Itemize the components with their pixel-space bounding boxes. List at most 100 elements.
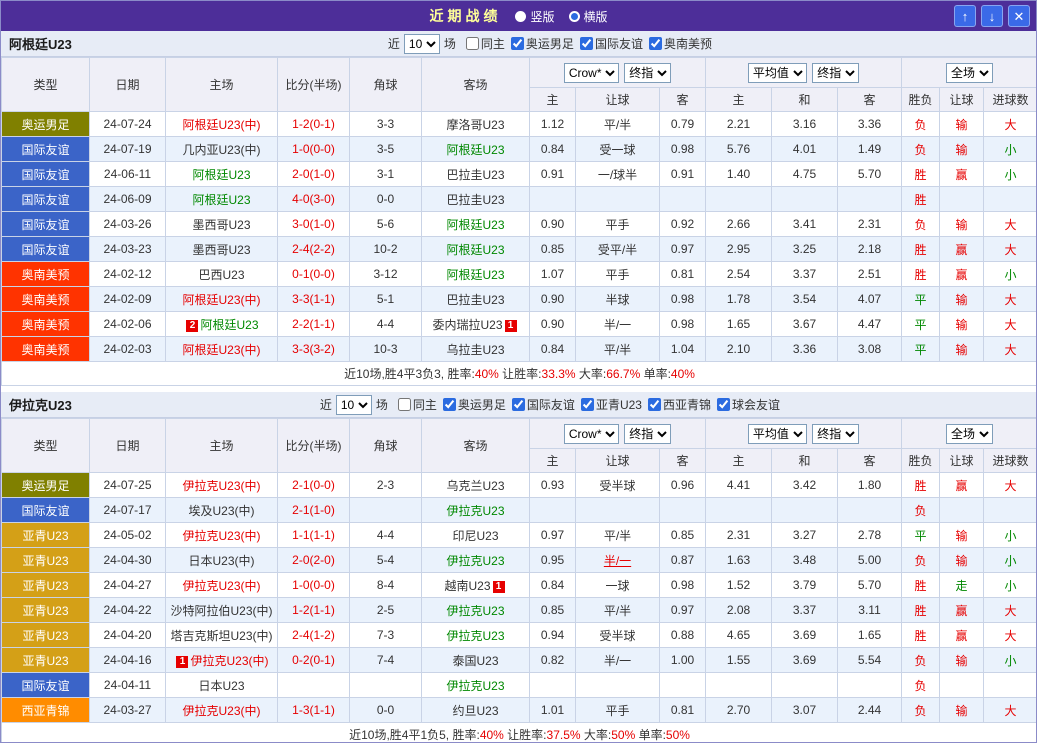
filter-option[interactable]: 同主	[398, 396, 437, 413]
filter-option[interactable]: 亚青U23	[581, 396, 642, 413]
home-team[interactable]: 阿根廷U23(中)	[166, 337, 278, 362]
col-away: 客场	[422, 58, 530, 112]
home-team[interactable]: 墨西哥U23	[166, 212, 278, 237]
away-team[interactable]: 乌克兰U23	[422, 473, 530, 498]
filter-checkbox[interactable]	[398, 398, 411, 411]
filter-checkbox[interactable]	[580, 37, 593, 50]
home-team[interactable]: 阿根廷U23(中)	[166, 112, 278, 137]
result: 胜	[902, 598, 940, 623]
window-title: 近期战绩	[429, 6, 501, 26]
away-team[interactable]: 巴拉圭U23	[422, 287, 530, 312]
away-team[interactable]: 阿根廷U23	[422, 237, 530, 262]
filter-checkbox[interactable]	[717, 398, 730, 411]
avg-draw: 3.54	[772, 287, 838, 312]
away-team[interactable]: 巴拉圭U23	[422, 162, 530, 187]
away-team[interactable]: 伊拉克U23	[422, 673, 530, 698]
filter-checkbox[interactable]	[443, 398, 456, 411]
move-up-button[interactable]: ↑	[954, 5, 976, 27]
avg-draw: 3.41	[772, 212, 838, 237]
match-type: 亚青U23	[2, 648, 90, 673]
away-team[interactable]: 乌拉圭U23	[422, 337, 530, 362]
corner: 10-3	[350, 337, 422, 362]
average-select[interactable]: 平均值	[748, 63, 807, 83]
filter-games-label: 场	[444, 35, 456, 52]
filter-option[interactable]: 同主	[466, 35, 505, 52]
home-team[interactable]: 阿根廷U23(中)	[166, 287, 278, 312]
handicap-result: 输	[940, 648, 984, 673]
filter-option[interactable]: 球会友谊	[717, 396, 780, 413]
filter-checkbox[interactable]	[511, 37, 524, 50]
home-team[interactable]: 2阿根廷U23	[166, 312, 278, 337]
home-team[interactable]: 几内亚U23(中)	[166, 137, 278, 162]
fullmatch-select[interactable]: 全场	[946, 63, 993, 83]
filter-checkbox[interactable]	[512, 398, 525, 411]
summary-stat-value: 40%	[671, 367, 695, 381]
away-team[interactable]: 伊拉克U23	[422, 548, 530, 573]
filter-option[interactable]: 奥南美预	[649, 35, 712, 52]
away-team[interactable]: 巴拉圭U23	[422, 187, 530, 212]
handicap: 半/一	[576, 548, 660, 573]
home-team[interactable]: 伊拉克U23(中)	[166, 573, 278, 598]
close-button[interactable]: ✕	[1008, 5, 1030, 27]
home-team[interactable]: 阿根廷U23	[166, 162, 278, 187]
match-count-select[interactable]: 10	[336, 395, 372, 415]
filter-option[interactable]: 国际友谊	[580, 35, 643, 52]
home-team[interactable]: 埃及U23(中)	[166, 498, 278, 523]
view-option-horizontal[interactable]: 横版	[569, 8, 608, 25]
away-team[interactable]: 阿根廷U23	[422, 137, 530, 162]
fullmatch-select[interactable]: 全场	[946, 424, 993, 444]
avg-home	[706, 673, 772, 698]
home-team[interactable]: 沙特阿拉伯U23(中)	[166, 598, 278, 623]
match-row: 国际友谊24-06-09阿根廷U234-0(3-0)0-0巴拉圭U23胜	[2, 187, 1037, 212]
filter-checkbox[interactable]	[466, 37, 479, 50]
away-team[interactable]: 委内瑞拉U231	[422, 312, 530, 337]
home-team[interactable]: 塔吉克斯坦U23(中)	[166, 623, 278, 648]
score: 2-4(1-2)	[278, 623, 350, 648]
away-team[interactable]: 越南U231	[422, 573, 530, 598]
view-option-vertical[interactable]: 竖版	[515, 8, 554, 25]
col-handicap-result: 让球	[940, 449, 984, 473]
filter-games-label: 场	[376, 396, 388, 413]
home-team[interactable]: 阿根廷U23	[166, 187, 278, 212]
away-team[interactable]: 阿根廷U23	[422, 212, 530, 237]
move-down-button[interactable]: ↓	[981, 5, 1003, 27]
goals-result: 大	[984, 473, 1037, 498]
away-team[interactable]: 伊拉克U23	[422, 498, 530, 523]
bookmaker-select[interactable]: Crow*	[564, 63, 619, 83]
away-team[interactable]: 伊拉克U23	[422, 598, 530, 623]
home-team[interactable]: 墨西哥U23	[166, 237, 278, 262]
handicap-result: 输	[940, 548, 984, 573]
away-team[interactable]: 约旦U23	[422, 698, 530, 723]
match-date: 24-04-30	[90, 548, 166, 573]
home-team[interactable]: 伊拉克U23(中)	[166, 473, 278, 498]
home-team[interactable]: 日本U23	[166, 673, 278, 698]
filter-option[interactable]: 西亚青锦	[648, 396, 711, 413]
avg-home	[706, 187, 772, 212]
away-team[interactable]: 泰国U23	[422, 648, 530, 673]
home-team[interactable]: 巴西U23	[166, 262, 278, 287]
filter-option[interactable]: 国际友谊	[512, 396, 575, 413]
average-stage-select[interactable]: 终指	[812, 63, 859, 83]
home-team[interactable]: 1伊拉克U23(中)	[166, 648, 278, 673]
filter-checkbox[interactable]	[648, 398, 661, 411]
average-stage-select[interactable]: 终指	[812, 424, 859, 444]
bookmaker-stage-select[interactable]: 终指	[624, 63, 671, 83]
filter-checkbox[interactable]	[581, 398, 594, 411]
odds-away: 0.98	[660, 573, 706, 598]
home-team[interactable]: 伊拉克U23(中)	[166, 698, 278, 723]
filter-option[interactable]: 奥运男足	[443, 396, 506, 413]
result: 平	[902, 287, 940, 312]
bookmaker-stage-select[interactable]: 终指	[624, 424, 671, 444]
match-count-select[interactable]: 10	[404, 34, 440, 54]
home-team[interactable]: 伊拉克U23(中)	[166, 523, 278, 548]
average-select[interactable]: 平均值	[748, 424, 807, 444]
bookmaker-select[interactable]: Crow*	[564, 424, 619, 444]
away-team[interactable]: 摩洛哥U23	[422, 112, 530, 137]
home-team[interactable]: 日本U23(中)	[166, 548, 278, 573]
away-team[interactable]: 阿根廷U23	[422, 262, 530, 287]
away-team[interactable]: 伊拉克U23	[422, 623, 530, 648]
away-team[interactable]: 印尼U23	[422, 523, 530, 548]
filter-checkbox[interactable]	[649, 37, 662, 50]
filter-option[interactable]: 奥运男足	[511, 35, 574, 52]
avg-away: 2.51	[838, 262, 902, 287]
